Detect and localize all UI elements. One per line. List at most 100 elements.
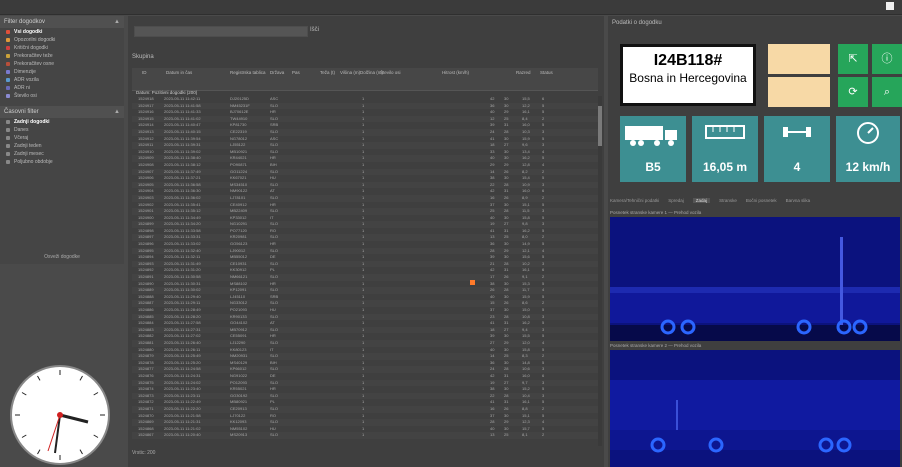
table-row[interactable]: 1524900 2023-05-11 11:34:49 KP33012 IT 1 40 30… [132, 215, 598, 222]
column-header[interactable]: Hitrost (km/h) [442, 70, 469, 75]
column-header[interactable]: Registrska tablica [230, 70, 266, 75]
sidebar-item[interactable]: Zadnji dogodki [0, 118, 124, 126]
column-header[interactable]: Država [270, 70, 284, 75]
table-row[interactable]: 1524905 2023-05-11 11:36:58 MS34510 SLO 1 22 2… [132, 181, 598, 189]
close-window-icon[interactable] [886, 2, 894, 10]
vertical-scrollbar[interactable] [598, 96, 602, 446]
image-tab[interactable]: Zadaj [692, 198, 711, 203]
info-button[interactable]: ⓘ [872, 44, 902, 74]
column-header[interactable]: Pas [292, 70, 300, 75]
table-row[interactable]: 1524911 2023-05-11 11:39:31 LJ55122 SLO 1 18 2… [132, 142, 598, 149]
sidebar-item[interactable]: Včeraj [0, 134, 124, 142]
table-row[interactable]: 1524917 2023-05-11 11:41:58 NM45231F SLO 1 36… [132, 102, 598, 110]
table-row[interactable]: 1524904 2023-05-11 11:36:30 NM90122 AT 1 42 31… [132, 188, 598, 195]
table-row[interactable]: 1524883 2023-05-11 11:27:31 MB70912 SLO 1 18 2… [132, 326, 598, 334]
column-header[interactable]: Razred [516, 70, 531, 75]
sidebar-item[interactable]: ADR vozila [0, 76, 124, 84]
chevron-up-icon[interactable]: ▲ [114, 16, 120, 28]
table-row[interactable]: 1524889 2023-05-11 11:30:02 KP12091 SLO 1 26 2… [132, 287, 598, 294]
table-row[interactable]: 1524918 2023-05-11 11:42:11 DJ20125D ASC 1 42… [132, 96, 598, 103]
table-row[interactable]: 1524896 2023-05-11 11:33:02 GO56123 HR 1 36 30… [132, 241, 598, 248]
sidebar-item[interactable]: Zadnji mesec [0, 150, 124, 158]
table-row[interactable]: 1524894 2023-05-11 11:32:11 MB55012 DE 1 39 30… [132, 254, 598, 261]
table-row[interactable]: 1524902 2023-05-11 11:35:41 CE40912 HR 1 37 30… [132, 202, 598, 209]
table-row[interactable]: 1524893 2023-05-11 11:31:49 CE10931 SLO 1 21 2… [132, 260, 598, 268]
table-row[interactable]: 1524879 2023-05-11 11:25:49 NM20931 SLO 1 14 2… [132, 353, 598, 360]
sidebar-item[interactable]: Prekoračitev teže [0, 52, 124, 60]
table-row[interactable]: 1524886 2023-05-11 11:28:49 PO21093 HU 1 37 30… [132, 307, 598, 314]
sidebar-item[interactable]: Danes [0, 126, 124, 134]
image-tab[interactable]: Bočni posnetek [746, 198, 777, 203]
search-input[interactable] [134, 26, 308, 37]
table-row[interactable]: 1524897 2023-05-11 11:33:31 KR20981 SLO 1 13 2… [132, 234, 598, 242]
sidebar-item[interactable]: Opozorilni dogodki [0, 36, 124, 44]
column-header[interactable]: Status [540, 70, 553, 75]
refresh-event-button[interactable]: ⟳ [838, 77, 868, 107]
table-row[interactable]: 1524899 2023-05-11 11:34:20 NG10291 SLO 1 19 2… [132, 221, 598, 228]
table-row[interactable]: 1524903 2023-05-11 11:36:02 LJ78101 SLO 1 16 2… [132, 194, 598, 202]
sidebar-item[interactable]: Število osi [0, 92, 124, 100]
table-row[interactable]: 1524895 2023-05-11 11:32:40 LJ90012 SLO 1 28 2… [132, 247, 598, 255]
image-tab[interactable]: Barvna slika [786, 198, 811, 203]
image-tab[interactable]: Spredaj [668, 198, 684, 203]
sidebar-item[interactable]: Poljubno obdobje [0, 158, 124, 166]
table-row[interactable]: 1524915 2023-05-11 11:41:02 TW44910 SLO 1 12 2… [132, 115, 598, 123]
table-row[interactable]: 1524907 2023-05-11 11:37:49 GO11224 SLO 1 14 2… [132, 168, 598, 176]
sidebar-item[interactable]: Zadnji teden [0, 142, 124, 150]
export-button[interactable]: ⇱ [838, 44, 868, 74]
table-row[interactable]: 1524877 2023-05-11 11:24:58 KP66012 SLO 1 24 2… [132, 366, 598, 373]
sidebar-header-time[interactable]: Časovni filter ▲ [0, 106, 124, 118]
table-row[interactable]: 1524874 2023-05-11 11:23:40 KR55021 HR 1 38 30… [132, 386, 598, 393]
column-header[interactable]: Število osi [380, 70, 401, 75]
table-row[interactable]: 1524871 2023-05-11 11:22:20 CE20913 SLO 1 16 2… [132, 405, 598, 413]
table-row[interactable]: 1524885 2023-05-11 11:28:20 KR90133 SLO 1 23 2… [132, 313, 598, 321]
table-row[interactable]: 1524873 2023-05-11 11:23:11 GO30192 SLO 1 22 2… [132, 392, 598, 400]
table-row[interactable]: 1524891 2023-05-11 11:30:58 NM66121 SLO 1 17 2… [132, 274, 598, 281]
table-row[interactable]: 1524908 2023-05-11 11:38:12 PO90871 BIH 1 29 2… [132, 162, 598, 169]
image-tab[interactable]: Kamera/Tehnični podatki [610, 198, 659, 203]
table-row[interactable]: 1524872 2023-05-11 11:22:49 MB80921 PL 1 41 31… [132, 399, 598, 406]
search-event-button[interactable]: ⌕ [872, 77, 902, 107]
table-cell: 1524918 [138, 96, 154, 101]
table-row[interactable]: 1524912 2023-05-11 11:39:54 NG78012 ASC 1 41 3… [132, 136, 598, 143]
column-header[interactable]: ID [142, 70, 147, 75]
table-row[interactable]: 1524892 2023-05-11 11:31:20 KK30912 PL 1 42 31… [132, 267, 598, 274]
table-row[interactable]: 1524870 2023-05-11 11:21:58 LJ70122 RO 1 37 30… [132, 413, 598, 420]
group-by-label[interactable]: Skupina [132, 54, 154, 60]
table-row[interactable]: 1524890 2023-05-11 11:30:31 MS88102 HR 1 38 30… [132, 281, 598, 288]
table-row[interactable]: 1524887 2023-05-11 11:29:11 NG33012 SLO 1 15 2… [132, 300, 598, 307]
table-row[interactable]: 1524906 2023-05-11 11:37:21 KK67021 HU 1 38 30… [132, 175, 598, 182]
table-row[interactable]: 1524898 2023-05-11 11:33:58 PO77120 RO 1 41 31… [132, 228, 598, 235]
search-button[interactable]: Išči [310, 26, 319, 35]
table-row[interactable]: 1524869 2023-05-11 11:21:31 KK12093 SLO 1 28 2… [132, 419, 598, 426]
table-row[interactable]: 1524884 2023-05-11 11:27:58 GO44102 AT 1 41 31… [132, 320, 598, 327]
scroll-thumb[interactable] [598, 106, 602, 146]
sidebar-item[interactable]: Vsi dogodki [0, 28, 124, 36]
column-header[interactable]: Datum in čas [166, 70, 192, 75]
table-row[interactable]: 1524880 2023-05-11 11:26:11 KK80123 IT 1 40 30… [132, 347, 598, 354]
column-header[interactable]: Teža (t) [320, 70, 335, 75]
table-row[interactable]: 1524909 2023-05-11 11:38:40 KR44021 HR 1 40 30… [132, 155, 598, 162]
table-row[interactable]: 1524881 2023-05-11 11:26:40 LJ12290 SLO 1 27 2… [132, 339, 598, 347]
table-row[interactable]: 1524876 2023-05-11 11:24:31 NG91022 DE 1 42 31… [132, 373, 598, 380]
table-row[interactable]: 1524878 2023-05-11 11:25:20 MS40129 BIH 1 36 3… [132, 360, 598, 367]
table-row[interactable]: 1524916 2023-05-11 11:41:33 BJ70612E HR 1 40 2… [132, 109, 598, 116]
table-row[interactable]: 1524867 2023-05-11 11:20:40 MS20913 SLO 1 13 2… [132, 432, 598, 439]
column-header[interactable]: Višina (m) [340, 70, 360, 75]
table-row[interactable]: 1524882 2023-05-11 11:27:02 CE55091 HR 1 39 30… [132, 333, 598, 340]
sidebar-item[interactable]: Kritični dogodki [0, 44, 124, 52]
table-row[interactable]: 1524875 2023-05-11 11:24:02 PO12093 SLO 1 19 2… [132, 379, 598, 387]
refresh-button[interactable]: Osveži dogodke [0, 252, 124, 262]
sidebar-item[interactable]: Prekoračitev osne [0, 60, 124, 68]
table-row[interactable]: 1524868 2023-05-11 11:21:02 NM55102 HU 1 40 30… [132, 426, 598, 433]
table-row[interactable]: 1524888 2023-05-11 11:29:40 LJ45110 SRB 1 40 3… [132, 294, 598, 301]
table-row[interactable]: 1524910 2023-05-11 11:39:02 MB10921 SLO 1 33 3… [132, 149, 598, 156]
table-row[interactable]: 1524913 2023-05-11 11:40:15 CE22319 SLO 1 24 2… [132, 128, 598, 136]
table-row[interactable]: 1524914 2023-05-11 11:40:47 KP81730 SRB 1 39 3… [132, 122, 598, 129]
chevron-up-icon[interactable]: ▲ [114, 106, 120, 118]
image-tab[interactable]: Stranske [719, 198, 737, 203]
sidebar-header-filter[interactable]: Filter dogodkov ▲ [0, 16, 124, 28]
table-row[interactable]: 1524901 2023-05-11 11:35:12 MB22409 SLO 1 25 2… [132, 208, 598, 215]
sidebar-item[interactable]: Dimenzije [0, 68, 124, 76]
sidebar-item[interactable]: ADR ni [0, 84, 124, 92]
